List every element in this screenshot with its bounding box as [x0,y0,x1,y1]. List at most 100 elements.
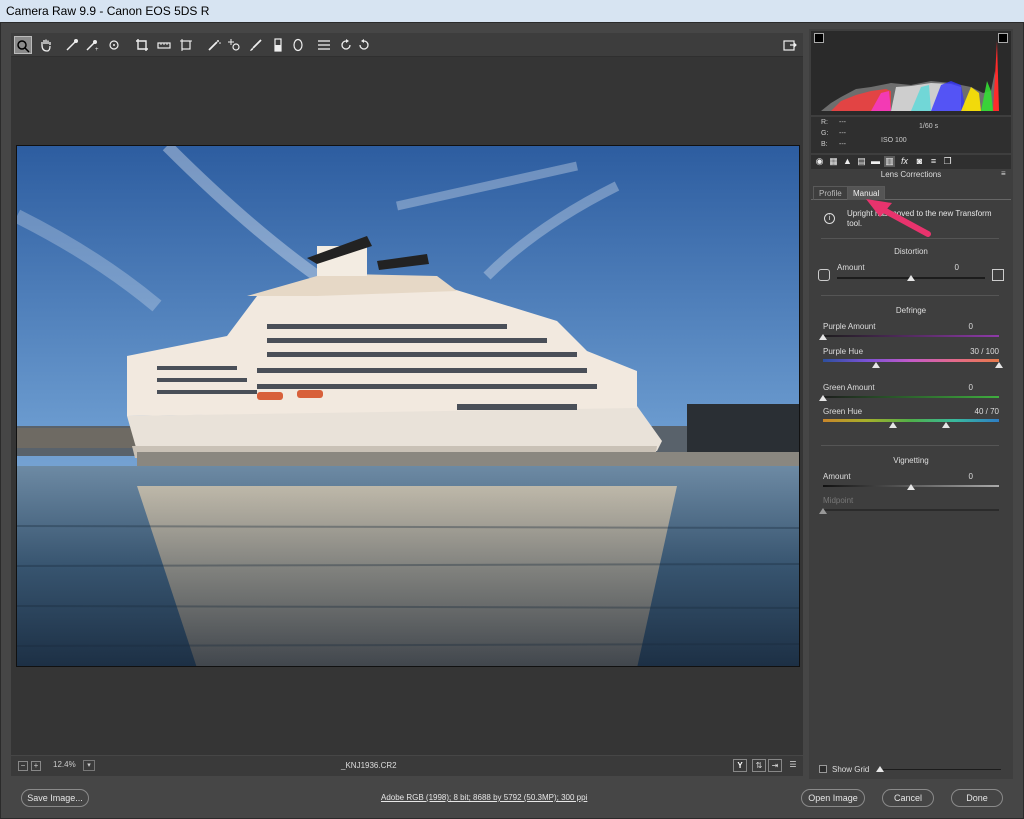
save-image-button[interactable]: Save Image... [21,789,89,807]
divider [821,295,999,296]
purple-amount-thumb[interactable] [819,334,827,340]
distortion-amount-thumb[interactable] [907,275,915,281]
crop-tool-icon[interactable] [133,36,151,54]
green-amount-slider[interactable] [823,396,999,398]
green-amount-value[interactable]: 0 [969,383,973,392]
shutter-speed: 1/60 s [919,123,939,130]
split-toning-tab-icon[interactable]: ▬ [870,156,881,167]
tone-curve-tab-icon[interactable]: ▦ [828,156,839,167]
green-amount-label: Green Amount [823,383,875,392]
purple-hue-slider[interactable] [823,359,999,362]
targeted-adjustment-tool-icon[interactable] [105,36,123,54]
show-grid-row: Show Grid [819,764,1009,776]
svg-text:+: + [95,47,99,52]
vignetting-amount-value[interactable]: 0 [969,472,973,481]
divider [821,238,999,239]
rotate-ccw-icon[interactable] [337,36,355,54]
view-settings-icon[interactable]: ☰ [786,759,800,772]
divider [821,445,999,446]
open-image-button[interactable]: Open Image [801,789,865,807]
info-text: Upright has moved to the new Transform t… [847,209,992,228]
green-hue-value[interactable]: 40 / 70 [975,407,999,416]
lens-corrections-tab-icon[interactable]: ▥ [884,156,895,167]
color-sampler-tool-icon[interactable]: + [83,36,101,54]
vignetting-midpoint-slider[interactable] [823,509,999,511]
toolbar: + [11,33,803,57]
adjustment-brush-tool-icon[interactable] [247,36,265,54]
zoom-level: 12.4% [53,760,76,769]
purple-amount-value[interactable]: 0 [969,322,973,331]
cruise-ship-photo [17,146,799,666]
purple-amount-label: Purple Amount [823,322,876,331]
workflow-options-link[interactable]: Adobe RGB (1998); 8 bit; 8688 by 5792 (5… [381,793,587,802]
zoom-dropdown-chevron-icon[interactable]: ▾ [83,760,95,771]
hsl-tab-icon[interactable]: ▤ [856,156,867,167]
rotate-cw-icon[interactable] [355,36,373,54]
g-value: --- [839,130,846,137]
radial-filter-tool-icon[interactable] [289,36,307,54]
graduated-filter-tool-icon[interactable] [269,36,287,54]
show-grid-checkbox[interactable] [819,765,827,773]
distortion-amount-label: Amount [837,263,865,272]
done-button[interactable]: Done [951,789,1003,807]
red-eye-tool-icon[interactable] [225,36,243,54]
preferences-tool-icon[interactable] [315,36,333,54]
green-amount-thumb[interactable] [819,395,827,401]
purple-hue-value[interactable]: 30 / 100 [970,347,999,356]
vignetting-heading: Vignetting [893,456,929,465]
camera-raw-window: + − + 12.4% ▾ _KNJ1936.CR2 Y ⇅ ⇥ ☰ R: --… [0,22,1024,819]
purple-hue-label: Purple Hue [823,347,864,356]
grid-size-slider[interactable] [883,769,1001,770]
transform-tool-icon[interactable] [177,36,195,54]
before-after-toggle-button[interactable]: Y [733,759,747,772]
detail-tab-icon[interactable]: ▲ [842,156,853,167]
fullscreen-toggle-icon[interactable] [781,36,799,54]
purple-hue-low-thumb[interactable] [871,362,880,368]
preview-canvas [11,57,803,755]
green-hue-slider[interactable] [823,419,999,422]
panel-tab-strip: ◉ ▦ ▲ ▤ ▬ ▥ fx ◙ ≡ ❐ [811,155,1011,169]
green-hue-label: Green Hue [823,407,863,416]
hand-tool-icon[interactable] [37,36,55,54]
upright-info: i Upright has moved to the new Transform… [821,209,1006,233]
status-bar: − + 12.4% ▾ _KNJ1936.CR2 Y ⇅ ⇥ ☰ [11,756,803,776]
camera-calibration-tab-icon[interactable]: ◙ [914,156,925,167]
info-icon: i [824,213,835,224]
white-balance-tool-icon[interactable] [63,36,81,54]
lens-subtabs: Profile Manual [811,186,1011,200]
tab-manual[interactable]: Manual [847,186,886,200]
distortion-pincushion-icon [818,269,830,281]
distortion-heading: Distortion [894,247,928,256]
zoom-out-button[interactable]: − [18,761,28,771]
basic-tab-icon[interactable]: ◉ [814,156,825,167]
photo-preview[interactable] [16,145,800,667]
vignetting-amount-thumb[interactable] [907,484,915,490]
snapshots-tab-icon[interactable]: ❐ [942,156,953,167]
vignetting-amount-label: Amount [823,472,851,481]
purple-hue-high-thumb[interactable] [995,362,1003,368]
effects-tab-icon[interactable]: fx [899,156,910,167]
straighten-tool-icon[interactable] [155,36,173,54]
green-hue-high-thumb[interactable] [942,422,951,428]
swap-before-after-icon[interactable]: ⇅ [752,759,766,772]
right-panel: R: --- G: --- B: --- 1/60 s ISO 100 ◉ ▦ … [809,29,1013,779]
distortion-amount-value[interactable]: 0 [955,263,959,272]
presets-tab-icon[interactable]: ≡ [928,156,939,167]
r-label: R: [821,119,828,126]
cancel-button[interactable]: Cancel [882,789,934,807]
panel-menu-icon[interactable]: ≡ [1001,170,1009,179]
shadow-clipping-warning-icon[interactable] [814,33,824,43]
tab-profile[interactable]: Profile [813,186,848,200]
copy-settings-icon[interactable]: ⇥ [768,759,782,772]
panel-title: Lens Corrections [880,170,942,179]
green-hue-low-thumb[interactable] [889,422,898,428]
vignetting-midpoint-thumb[interactable] [819,508,827,514]
zoom-in-button[interactable]: + [31,761,41,771]
distortion-barrel-icon [992,269,1004,281]
purple-amount-slider[interactable] [823,335,999,337]
zoom-tool-icon[interactable] [14,36,32,54]
vignetting-midpoint-label: Midpoint [823,496,854,505]
highlight-clipping-warning-icon[interactable] [998,33,1008,43]
spot-removal-tool-icon[interactable] [205,36,223,54]
iso-value: ISO 100 [881,137,907,144]
